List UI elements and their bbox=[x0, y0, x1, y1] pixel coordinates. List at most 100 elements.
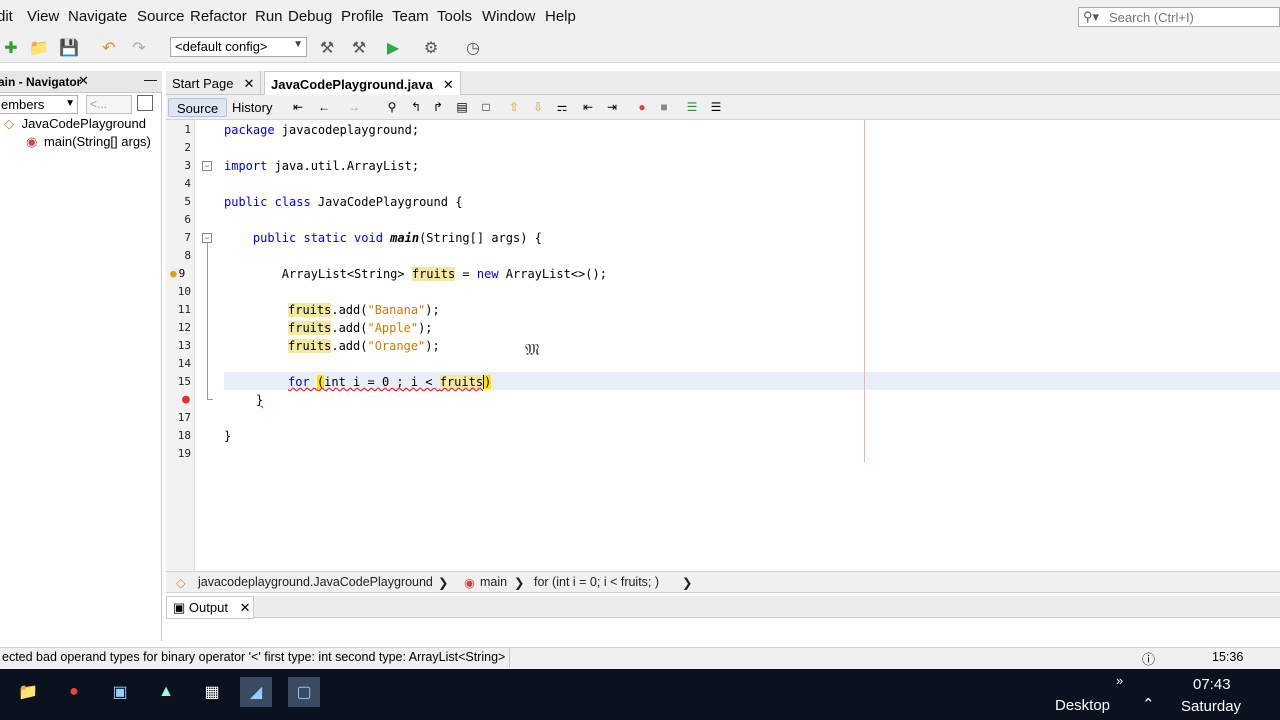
navigator-options-icon[interactable] bbox=[137, 95, 153, 111]
clock-time[interactable]: 07:43 bbox=[1193, 676, 1231, 693]
previous-bookmark-icon[interactable]: ⇧ bbox=[506, 99, 522, 115]
next-bookmark-icon[interactable]: ⇩ bbox=[530, 99, 546, 115]
undo-icon[interactable]: ↶ bbox=[98, 37, 120, 59]
clock-day[interactable]: Saturday bbox=[1181, 698, 1241, 715]
toggle-bookmark-icon[interactable]: ⚎ bbox=[554, 99, 570, 115]
search-input[interactable]: ⚲▾ Search (Ctrl+I) bbox=[1078, 7, 1280, 27]
menu-profile[interactable]: Profile bbox=[341, 8, 384, 25]
history-button[interactable]: History bbox=[224, 98, 280, 117]
breadcrumb-class[interactable]: javacodeplayground.JavaCodePlayground bbox=[198, 575, 433, 589]
run-icon[interactable]: ▶ bbox=[382, 37, 404, 59]
rect-select-icon[interactable]: □ bbox=[478, 99, 494, 115]
find-next-icon[interactable]: ↱ bbox=[430, 99, 446, 115]
forward-icon[interactable]: → bbox=[346, 99, 362, 115]
close-icon[interactable]: ✕ bbox=[243, 76, 254, 91]
clean-build-icon[interactable]: ⚒ bbox=[348, 37, 370, 59]
stop-macro-icon[interactable]: ■ bbox=[656, 99, 672, 115]
navigator-panel bbox=[0, 71, 162, 641]
fold-toggle[interactable]: − bbox=[202, 161, 212, 171]
chrome-icon[interactable]: ● bbox=[58, 677, 90, 707]
file-explorer-icon[interactable]: 📁 bbox=[12, 677, 44, 707]
code-text: ); bbox=[425, 303, 440, 317]
monitor-icon[interactable]: ▢ bbox=[288, 677, 320, 707]
members-filter-select[interactable]: embers ▼ bbox=[0, 95, 78, 114]
code-text: ArrayList<String> bbox=[224, 267, 412, 281]
navigator-title: ain - Navigator bbox=[0, 75, 82, 89]
chevron-right-icon: ❯ bbox=[682, 576, 693, 590]
tab-output[interactable]: ▣ Output ✕ bbox=[166, 596, 254, 619]
output-tab-bar bbox=[166, 596, 1280, 618]
navigator-filter-input[interactable]: <... bbox=[86, 95, 132, 114]
build-icon[interactable]: ⚒ bbox=[316, 37, 338, 59]
menu-tools[interactable]: Tools bbox=[437, 8, 472, 25]
line-16-marker[interactable]: 16● bbox=[170, 392, 196, 409]
tab-start-page[interactable]: Start Page ✕ bbox=[166, 71, 262, 95]
menu-debug[interactable]: Debug bbox=[288, 8, 332, 25]
menu-window[interactable]: Window bbox=[482, 8, 535, 25]
breadcrumb-for[interactable]: for (int i = 0; i < fruits; ) bbox=[534, 575, 659, 589]
menu-help[interactable]: Help bbox=[545, 8, 576, 25]
menu-source[interactable]: Source bbox=[137, 8, 185, 25]
open-project-icon[interactable]: 📁 bbox=[28, 37, 50, 59]
keyword: new bbox=[476, 267, 506, 281]
line-number: 15 bbox=[177, 375, 191, 388]
code-text: java.util.ArrayList; bbox=[274, 159, 420, 173]
shift-left-icon[interactable]: ⇤ bbox=[580, 99, 596, 115]
save-all-icon[interactable]: 💾 bbox=[58, 37, 80, 59]
chevrons-icon[interactable]: » bbox=[1116, 673, 1123, 688]
matching-paren: ) bbox=[483, 375, 492, 389]
shift-right-icon[interactable]: ⇥ bbox=[604, 99, 620, 115]
code-line: public class JavaCodePlayground { bbox=[224, 193, 462, 211]
code-text: (String[] args) { bbox=[419, 231, 542, 245]
config-select[interactable]: <default config> ▼ bbox=[170, 37, 307, 57]
menu-team[interactable]: Team bbox=[392, 8, 429, 25]
close-icon[interactable]: ✕ bbox=[443, 77, 454, 92]
fold-line bbox=[207, 243, 208, 399]
uncomment-icon[interactable]: ☰ bbox=[708, 99, 724, 115]
menu-run[interactable]: Run bbox=[255, 8, 283, 25]
tab-javacodeplayground[interactable]: JavaCodePlayground.java ✕ bbox=[264, 71, 461, 95]
notifications-icon[interactable]: ⓘ bbox=[1142, 649, 1155, 668]
tree-item-method[interactable]: ◉ main(String[] args) bbox=[26, 134, 151, 150]
close-icon[interactable]: ✕ bbox=[240, 600, 251, 615]
highlighted-identifier: fruits bbox=[439, 375, 484, 389]
app-icon[interactable]: ▲ bbox=[150, 677, 182, 707]
desktop-label[interactable]: Desktop bbox=[1055, 697, 1110, 714]
line-9-marker[interactable]: ● 9 bbox=[170, 267, 196, 283]
new-file-icon[interactable]: ✚ bbox=[0, 37, 22, 59]
find-previous-icon[interactable]: ↰ bbox=[408, 99, 424, 115]
last-edit-icon[interactable]: ⇤ bbox=[290, 99, 306, 115]
tree-item-class[interactable]: ◇ JavaCodePlayground bbox=[4, 116, 146, 132]
store-icon[interactable]: ▦ bbox=[196, 677, 228, 707]
close-icon[interactable]: ✕ bbox=[78, 73, 89, 89]
menu-navigate[interactable]: Navigate bbox=[68, 8, 127, 25]
status-time: 15:36 bbox=[1212, 650, 1244, 664]
code-line: } bbox=[256, 391, 263, 409]
debug-icon[interactable]: ⚙ bbox=[420, 37, 442, 59]
redo-icon[interactable]: ↷ bbox=[128, 37, 150, 59]
navigator-tab[interactable]: ain - Navigator ✕ — bbox=[0, 71, 162, 93]
fold-toggle[interactable]: − bbox=[202, 233, 212, 243]
line-number: 5 bbox=[184, 195, 191, 208]
comment-icon[interactable]: ☰ bbox=[684, 99, 700, 115]
menu-refactor[interactable]: Refactor bbox=[190, 8, 247, 25]
source-button[interactable]: Source bbox=[168, 98, 228, 117]
screen-recorder-icon[interactable]: ▣ bbox=[104, 677, 136, 707]
back-icon[interactable]: ← bbox=[316, 99, 332, 115]
netbeans-icon[interactable]: ◢ bbox=[240, 677, 272, 707]
menu-view[interactable]: View bbox=[27, 8, 59, 25]
menu-edit[interactable]: dit bbox=[0, 8, 13, 25]
line-number: 11 bbox=[177, 303, 191, 316]
record-macro-icon[interactable]: ● bbox=[634, 99, 650, 115]
keyword: public class bbox=[224, 195, 318, 209]
show-hidden-icon[interactable]: ⌃ bbox=[1142, 695, 1155, 713]
minimize-icon[interactable]: — bbox=[144, 72, 157, 87]
find-icon[interactable]: ⚲ bbox=[384, 99, 400, 115]
toggle-highlight-icon[interactable]: ▤ bbox=[454, 99, 470, 115]
line-number: 4 bbox=[184, 177, 191, 190]
class-icon: ◇ bbox=[176, 576, 186, 590]
line-number: 8 bbox=[184, 249, 191, 262]
breadcrumb-method[interactable]: main bbox=[480, 575, 507, 589]
string-literal: "Orange" bbox=[367, 339, 426, 353]
profile-icon[interactable]: ◷ bbox=[462, 37, 484, 59]
